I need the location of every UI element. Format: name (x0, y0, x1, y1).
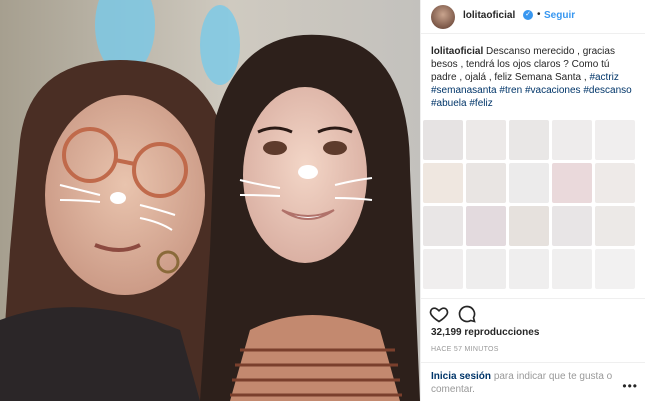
post-caption: lolitaoficial Descanso merecido , gracia… (431, 45, 636, 110)
separator-dot: • (537, 9, 541, 20)
hashtag-link[interactable]: #feliz (469, 98, 492, 109)
video-frame (0, 0, 420, 401)
hashtag-link[interactable]: #descanso (583, 85, 631, 96)
login-prompt-text: Inicia sesión para indicar que te gusta … (431, 370, 621, 396)
bunny-nose-left (110, 192, 126, 204)
blurred-comments (421, 118, 645, 298)
timestamp[interactable]: HACE 57 MINUTOS (431, 346, 499, 353)
verified-badge-icon: ✓ (523, 10, 533, 20)
username-link[interactable]: lolitaoficial (463, 10, 515, 21)
hashtag-link[interactable]: #tren (499, 85, 522, 96)
bunny-ear-right (200, 5, 240, 85)
hashtag-link[interactable]: #semanasanta (431, 85, 497, 96)
caption-username[interactable]: lolitaoficial (431, 46, 483, 57)
post-actions: 32,199 reproducciones HACE 57 MINUTOS (421, 298, 645, 371)
login-link[interactable]: Inicia sesión (431, 371, 491, 382)
view-count: 32,199 reproducciones (431, 327, 540, 338)
left-person-face (45, 95, 205, 295)
hashtag-link[interactable]: #actriz (589, 72, 618, 83)
login-prompt: Inicia sesión para indicar que te gusta … (421, 362, 645, 402)
post-header: lolitaoficial ✓ • Seguir (421, 0, 645, 34)
bunny-nose-right (298, 165, 318, 179)
more-options-icon[interactable]: ••• (622, 379, 638, 393)
hashtag-link[interactable]: #abuela (431, 98, 467, 109)
follow-button[interactable]: Seguir (544, 10, 575, 21)
avatar[interactable] (431, 5, 455, 29)
hashtag-link[interactable]: #vacaciones (525, 85, 581, 96)
video-media[interactable] (0, 0, 420, 401)
heart-icon[interactable] (429, 304, 449, 324)
comment-icon[interactable] (457, 304, 477, 324)
instagram-post: lolitaoficial ✓ • Seguir lolitaoficial D… (0, 0, 645, 401)
post-sidebar: lolitaoficial ✓ • Seguir lolitaoficial D… (420, 0, 645, 401)
